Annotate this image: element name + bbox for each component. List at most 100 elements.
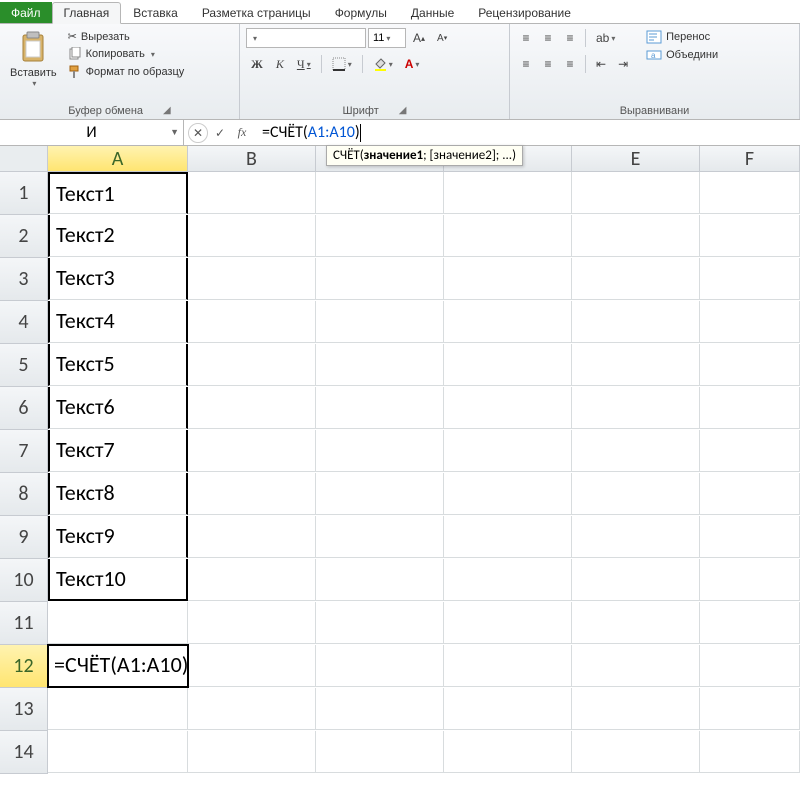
cell-a7[interactable]: Текст7 [48,430,188,472]
cancel-formula-icon[interactable]: ✕ [188,123,208,143]
paste-button[interactable]: Вставить ▾ [6,27,61,90]
font-family-selector[interactable]: ▾ [246,28,366,48]
spreadsheet-grid[interactable]: A B C D E F 1 Текст1 2 Текст2 3 Текст3 4… [0,146,800,774]
borders-button[interactable]: ▾ [327,53,357,75]
row-header[interactable]: 10 [0,559,48,602]
wrap-text-button[interactable]: Перенос [643,29,721,45]
cell[interactable] [700,430,800,472]
tab-review[interactable]: Рецензирование [466,2,583,23]
cell[interactable] [444,645,572,687]
cell-a3[interactable]: Текст3 [48,258,188,300]
cell[interactable] [444,473,572,515]
cell-a9[interactable]: Текст9 [48,516,188,558]
cell[interactable] [572,344,700,386]
cell[interactable] [188,602,316,644]
row-header[interactable]: 12 [0,645,48,688]
align-middle-icon[interactable]: ≡ [538,27,558,49]
cell[interactable] [700,731,800,773]
cell[interactable] [572,258,700,300]
cell[interactable] [572,688,700,730]
cell-a2[interactable]: Текст2 [48,215,188,257]
cell[interactable] [188,387,316,429]
cell[interactable] [188,172,316,214]
cell[interactable] [572,215,700,257]
tab-formulas[interactable]: Формулы [323,2,399,23]
enter-formula-icon[interactable]: ✓ [210,123,230,143]
fill-color-button[interactable]: ▾ [368,53,398,75]
font-color-button[interactable]: A▾ [400,53,425,75]
cell[interactable] [700,688,800,730]
cell[interactable] [700,344,800,386]
row-header[interactable]: 7 [0,430,48,473]
align-bottom-icon[interactable]: ≡ [560,27,580,49]
cell[interactable] [700,516,800,558]
row-header[interactable]: 13 [0,688,48,731]
cell[interactable] [700,215,800,257]
tab-data[interactable]: Данные [399,2,466,23]
cell[interactable] [316,602,444,644]
cell[interactable] [700,387,800,429]
cell[interactable] [444,172,572,214]
cell[interactable] [316,645,444,687]
cell[interactable] [444,602,572,644]
cell[interactable] [188,301,316,343]
cell[interactable] [188,731,316,773]
name-box[interactable]: И ▼ [0,120,184,145]
cell[interactable] [316,430,444,472]
bold-button[interactable]: Ж [246,53,268,75]
cell[interactable] [444,731,572,773]
cell[interactable] [444,688,572,730]
cut-button[interactable]: ✂ Вырезать [65,29,188,44]
cell[interactable] [188,516,316,558]
cell[interactable] [572,559,700,601]
formula-input[interactable]: =СЧЁТ(A1:A10) [256,120,800,145]
cell[interactable] [316,387,444,429]
cell-a13[interactable] [48,688,188,730]
format-painter-button[interactable]: Формат по образцу [65,64,188,80]
cell[interactable] [444,301,572,343]
cell[interactable] [444,344,572,386]
cell[interactable] [188,258,316,300]
cell[interactable] [316,301,444,343]
cell[interactable] [572,473,700,515]
cell[interactable] [188,344,316,386]
select-all-corner[interactable] [0,146,48,172]
cell[interactable] [572,645,700,687]
cell[interactable] [316,473,444,515]
cell[interactable] [188,559,316,601]
cell[interactable] [700,559,800,601]
cell[interactable] [700,258,800,300]
cell[interactable] [700,645,800,687]
row-header[interactable]: 9 [0,516,48,559]
cell[interactable] [316,559,444,601]
tab-page-layout[interactable]: Разметка страницы [190,2,323,23]
row-header[interactable]: 14 [0,731,48,774]
cell[interactable] [188,473,316,515]
cell[interactable] [316,731,444,773]
cell[interactable] [444,387,572,429]
cell[interactable] [572,172,700,214]
cell-a5[interactable]: Текст5 [48,344,188,386]
row-header[interactable]: 3 [0,258,48,301]
cell[interactable] [572,387,700,429]
italic-button[interactable]: К [270,53,290,75]
cell[interactable] [188,215,316,257]
col-header-f[interactable]: F [700,146,800,172]
row-header[interactable]: 11 [0,602,48,645]
tab-insert[interactable]: Вставка [121,2,190,23]
row-header[interactable]: 5 [0,344,48,387]
col-header-e[interactable]: E [572,146,700,172]
row-header[interactable]: 2 [0,215,48,258]
cell[interactable] [188,688,316,730]
col-header-b[interactable]: B [188,146,316,172]
dialog-launcher-icon[interactable]: ◢ [399,105,407,117]
cell-a4[interactable]: Текст4 [48,301,188,343]
decrease-indent-icon[interactable]: ⇤ [591,53,611,75]
tab-file[interactable]: Файл [0,2,52,23]
cell[interactable] [572,301,700,343]
row-header[interactable]: 4 [0,301,48,344]
cell[interactable] [572,602,700,644]
cell[interactable] [700,172,800,214]
cell[interactable] [316,688,444,730]
row-header[interactable]: 6 [0,387,48,430]
